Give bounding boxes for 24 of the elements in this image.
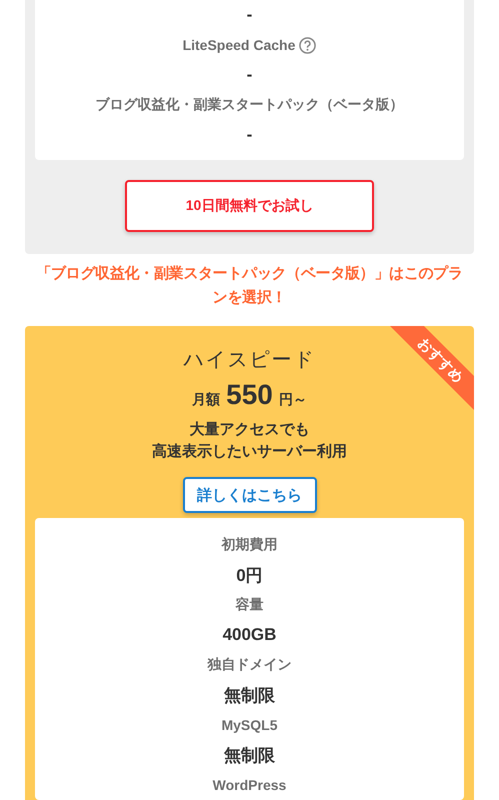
feature-value: 無制限 <box>224 684 275 706</box>
feature-label: LiteSpeed Cache <box>182 37 296 53</box>
feature-value: - <box>246 5 252 25</box>
feature-label: ブログ収益化・副業スタートパック（ベータ版） <box>96 96 404 114</box>
help-icon[interactable] <box>299 36 316 54</box>
feature-label: 独自ドメイン <box>208 656 292 674</box>
feature-value: - <box>246 65 252 85</box>
feature-value: 400GB <box>222 625 276 645</box>
price-suffix: 円～ <box>278 391 307 409</box>
price-prefix: 月額 <box>192 391 220 409</box>
details-button[interactable]: 詳しくはこちら <box>182 477 316 513</box>
feature-label: WordPress <box>212 777 286 793</box>
feature-value: 無制限 <box>224 744 275 766</box>
plan-description: 大量アクセスでも <box>190 420 310 440</box>
feature-label: 容量 <box>236 596 264 614</box>
feature-value: 0円 <box>236 564 263 586</box>
price-amount: 550 <box>226 379 273 411</box>
feature-label: 初期費用 <box>222 536 278 554</box>
plan-description: 高速表示したいサーバー利用 <box>152 442 347 462</box>
plan-note: 「ブログ収益化・副業スタートパック（ベータ版）」はこのプランを選択！ <box>35 264 464 308</box>
plan-name: ハイスピード <box>184 348 316 373</box>
free-trial-button[interactable]: 10日間無料でお試し <box>125 180 374 232</box>
feature-label: MySQL5 <box>221 717 278 733</box>
feature-value: - <box>246 125 252 145</box>
